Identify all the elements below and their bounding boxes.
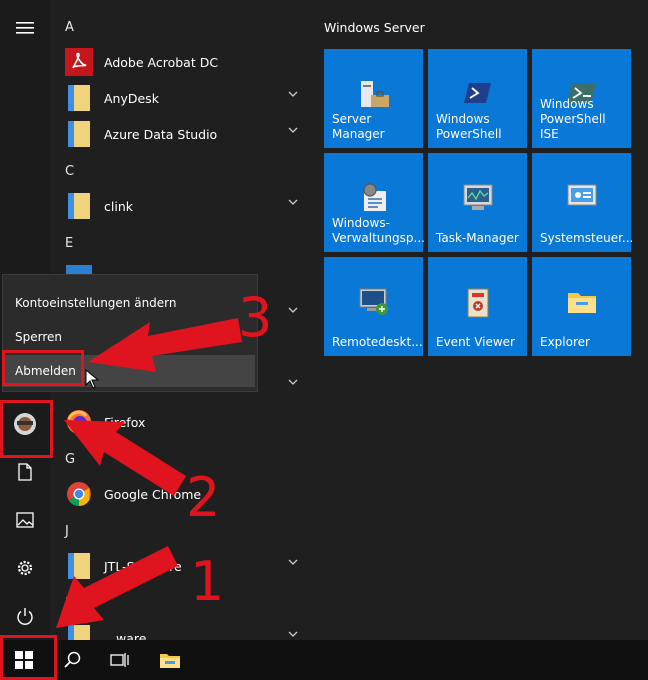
arrow-1 [56, 546, 178, 628]
annotation-number-2: 2 [186, 466, 221, 529]
annotation-number-3: 3 [238, 286, 273, 349]
arrow-3 [88, 318, 242, 372]
annotation-number-1: 1 [190, 550, 225, 613]
arrow-2 [64, 420, 186, 496]
annotation-arrows [56, 318, 242, 628]
